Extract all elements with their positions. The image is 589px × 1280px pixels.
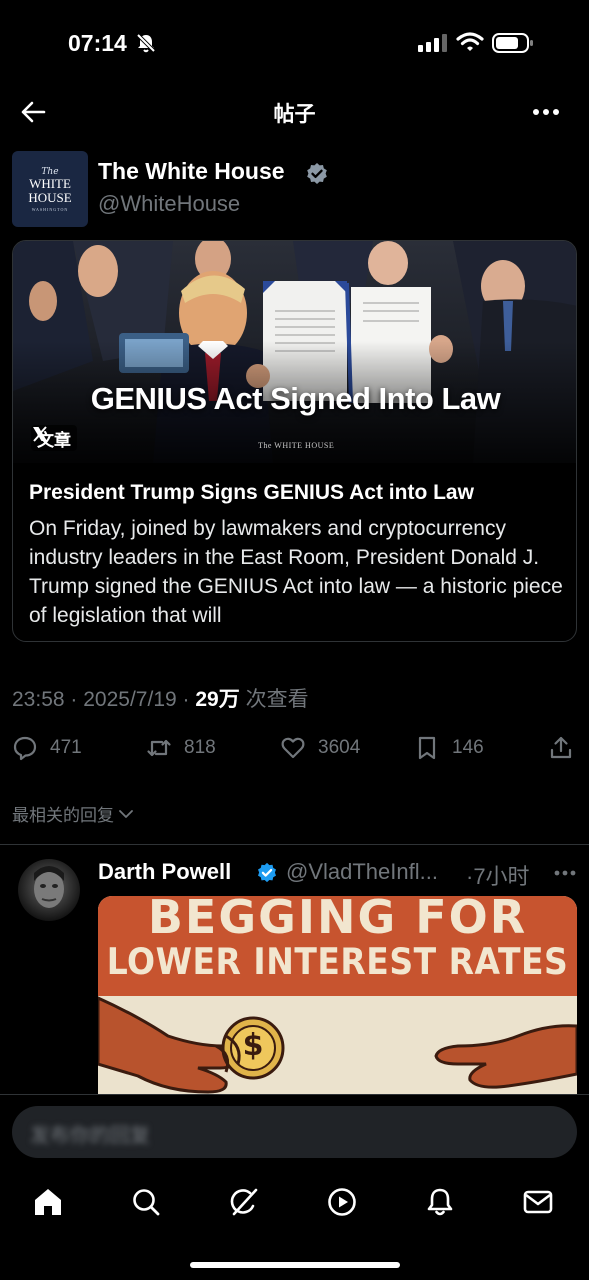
verified-badge-icon [307, 163, 327, 184]
divider [0, 844, 589, 845]
chevron-down-icon [119, 809, 133, 818]
notifications-bell-icon[interactable] [424, 1186, 456, 1218]
avatar-text: WHITE [29, 175, 71, 191]
bookmark-icon [418, 736, 436, 760]
more-options-icon[interactable] [554, 870, 576, 876]
author-avatar[interactable]: The WHITE HOUSE WASHINGTON [12, 151, 88, 227]
like-count: 3604 [318, 737, 361, 758]
share-icon [550, 736, 572, 759]
messages-mail-icon[interactable] [522, 1186, 554, 1218]
heart-icon [281, 737, 305, 759]
share-button[interactable] [548, 735, 574, 761]
reply-image[interactable]: BEGGING FOR LOWER INTEREST RATES $ [98, 896, 577, 1106]
author-handle[interactable]: @WhiteHouse [98, 191, 240, 217]
article-type-tag: 文章 [31, 425, 77, 451]
avatar-text: WASHINGTON [31, 206, 69, 212]
replies-sort-label: 最相关的回复 [12, 806, 114, 825]
image-watermark: The WHITE HOUSE [258, 441, 335, 450]
hands-coin-illustration [98, 996, 577, 1094]
meta-separator: · [182, 688, 190, 711]
reply-avatar-illustration [34, 866, 64, 908]
x-logo-icon [33, 426, 47, 442]
article-card[interactable]: GENIUS Act Signed Into Law 文章 The WHITE … [12, 240, 577, 642]
coin-symbol: $ [242, 1028, 264, 1063]
image-headline: GENIUS Act Signed Into Law [90, 381, 501, 416]
more-options-icon[interactable] [532, 108, 560, 116]
reply-count: 471 [50, 737, 82, 758]
post-actions: 471 818 3604 146 [0, 735, 589, 767]
bookmark-count: 146 [452, 737, 484, 758]
video-play-icon[interactable] [326, 1186, 358, 1218]
reply-input-placeholder: 发布你的回复 [30, 1125, 150, 1147]
reply-icon [13, 736, 37, 761]
article-body: On Friday, joined by lawmakers and crypt… [29, 517, 563, 627]
reply-avatar[interactable] [18, 859, 80, 921]
search-icon[interactable] [130, 1186, 162, 1218]
repost-button[interactable]: 818 [146, 735, 216, 761]
top-nav: 帖子 [0, 88, 589, 136]
views-count[interactable]: 29万 [195, 688, 239, 711]
reply-author-handle[interactable]: @VladTheInfl... [286, 859, 438, 885]
home-indicator[interactable] [190, 1262, 400, 1268]
replies-sort-dropdown[interactable]: 最相关的回复 [12, 801, 134, 826]
article-title: President Trump Signs GENIUS Act into La… [29, 481, 474, 504]
wifi-icon [456, 32, 484, 51]
bell-off-icon [136, 33, 156, 53]
views-label: 次查看 [245, 688, 309, 711]
avatar-text: The [41, 166, 59, 177]
reply-time: ·7小时 [466, 864, 530, 889]
article-photo-illustration [13, 241, 576, 463]
repost-count: 818 [184, 737, 216, 758]
reply-author-name[interactable]: Darth Powell [98, 859, 231, 885]
reply-button[interactable]: 471 [12, 735, 82, 761]
author-name[interactable]: The White House [98, 158, 285, 185]
avatar-text: HOUSE [28, 189, 72, 205]
grok-icon[interactable] [228, 1186, 260, 1218]
status-time: 07:14 [68, 30, 127, 56]
post-time: 23:58 [12, 688, 65, 711]
page-title: 帖子 [273, 103, 316, 126]
like-button[interactable]: 3604 [280, 735, 360, 761]
post-meta: 23:58 · 2025/7/19 · 29万 次查看 [12, 683, 309, 713]
status-bar: 07:14 [0, 0, 589, 90]
verified-badge-icon [258, 862, 276, 883]
post-date: 2025/7/19 [83, 688, 177, 711]
cellular-signal-icon [418, 34, 447, 52]
bookmark-button[interactable]: 146 [414, 735, 484, 761]
battery-icon [492, 33, 533, 53]
meta-separator: · [70, 688, 78, 711]
home-icon[interactable] [32, 1186, 64, 1218]
article-image: GENIUS Act Signed Into Law 文章 The WHITE … [13, 241, 576, 463]
repost-icon [147, 739, 171, 757]
